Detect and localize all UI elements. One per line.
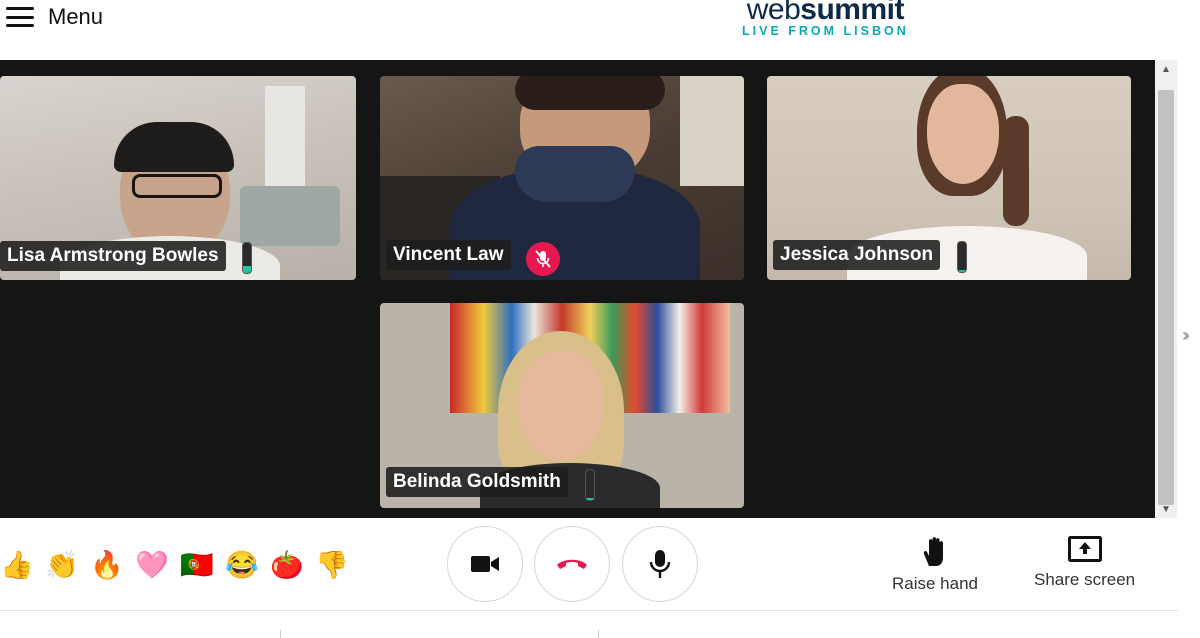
page-footer [0, 612, 1200, 638]
laughing-face-icon[interactable]: 😂 [225, 548, 259, 582]
microphone-icon [649, 550, 671, 578]
microphone-toggle-button[interactable] [622, 526, 698, 602]
video-tile-jessica[interactable]: Jessica Johnson [767, 76, 1131, 280]
scroll-up-arrow-icon[interactable]: ▲ [1155, 60, 1177, 78]
tomato-icon[interactable]: 🍅 [270, 548, 304, 582]
top-bar: Menu websummit LIVE FROM LISBON [0, 0, 1200, 60]
menu-button[interactable]: Menu [6, 3, 103, 31]
logo-subtitle: LIVE FROM LISBON [742, 24, 909, 38]
video-tile-lisa[interactable]: Lisa Armstrong Bowles [0, 76, 356, 280]
video-camera-icon [471, 556, 499, 572]
participant-name: Vincent Law [386, 240, 511, 270]
raise-hand-button[interactable]: Raise hand [892, 536, 978, 594]
share-screen-icon [1067, 536, 1102, 562]
web-summit-logo: websummit LIVE FROM LISBON [742, 0, 909, 38]
heart-icon[interactable]: 🩷 [135, 548, 169, 582]
participant-video [114, 122, 234, 172]
expand-panel-chevron-icon[interactable]: ›› [1182, 325, 1190, 346]
participant-video [680, 76, 744, 186]
muted-mic-icon [526, 242, 560, 276]
logo-word-summit: summit [800, 0, 904, 26]
mic-level-fill [958, 269, 966, 272]
mic-level-indicator [242, 242, 252, 274]
footer-divider [598, 630, 599, 638]
mic-level-indicator [585, 469, 595, 501]
video-tile-belinda[interactable]: Belinda Goldsmith [380, 303, 744, 508]
mic-level-fill [243, 265, 251, 273]
participant-video [1003, 116, 1029, 226]
call-controls-bar: 👍 👏 🔥 🩷 🇵🇹 😂 🍅 👎 Raise hand Share screen [0, 518, 1178, 611]
logo-word-web: web [746, 0, 801, 26]
raise-hand-label: Raise hand [892, 574, 979, 593]
portugal-flag-icon[interactable]: 🇵🇹 [180, 548, 214, 582]
participant-video [132, 174, 222, 198]
camera-toggle-button[interactable] [447, 526, 523, 602]
hang-up-button[interactable] [534, 526, 610, 602]
participant-video [927, 84, 999, 184]
share-screen-button[interactable]: Share screen [1034, 536, 1135, 590]
reactions-bar: 👍 👏 🔥 🩷 🇵🇹 😂 🍅 👎 [0, 548, 349, 582]
participant-video [518, 351, 604, 461]
mic-level-indicator [957, 241, 967, 273]
share-screen-label: Share screen [1034, 570, 1136, 589]
scroll-thumb[interactable] [1158, 90, 1174, 505]
video-tile-vincent[interactable]: Vincent Law [380, 76, 744, 280]
hamburger-icon [6, 7, 34, 27]
participant-video [515, 76, 665, 110]
fire-icon[interactable]: 🔥 [90, 548, 124, 582]
menu-label: Menu [48, 4, 104, 29]
mic-level-fill [586, 497, 594, 500]
video-grid: Lisa Armstrong Bowles Vincent Law Jessic… [0, 60, 1155, 518]
participant-name: Belinda Goldsmith [386, 467, 568, 497]
video-grid-scrollbar[interactable]: ▲ ▼ [1155, 60, 1177, 518]
participant-video [240, 186, 340, 246]
raise-hand-icon [923, 537, 943, 566]
scroll-down-arrow-icon[interactable]: ▼ [1155, 500, 1177, 518]
footer-divider [280, 630, 281, 638]
participant-name: Jessica Johnson [773, 240, 941, 270]
participant-name: Lisa Armstrong Bowles [0, 241, 226, 271]
thumbs-up-icon[interactable]: 👍 [0, 548, 34, 582]
hang-up-phone-icon [557, 559, 587, 569]
thumbs-down-icon[interactable]: 👎 [315, 548, 349, 582]
participant-video [515, 146, 635, 202]
clapping-hands-icon[interactable]: 👏 [45, 548, 79, 582]
